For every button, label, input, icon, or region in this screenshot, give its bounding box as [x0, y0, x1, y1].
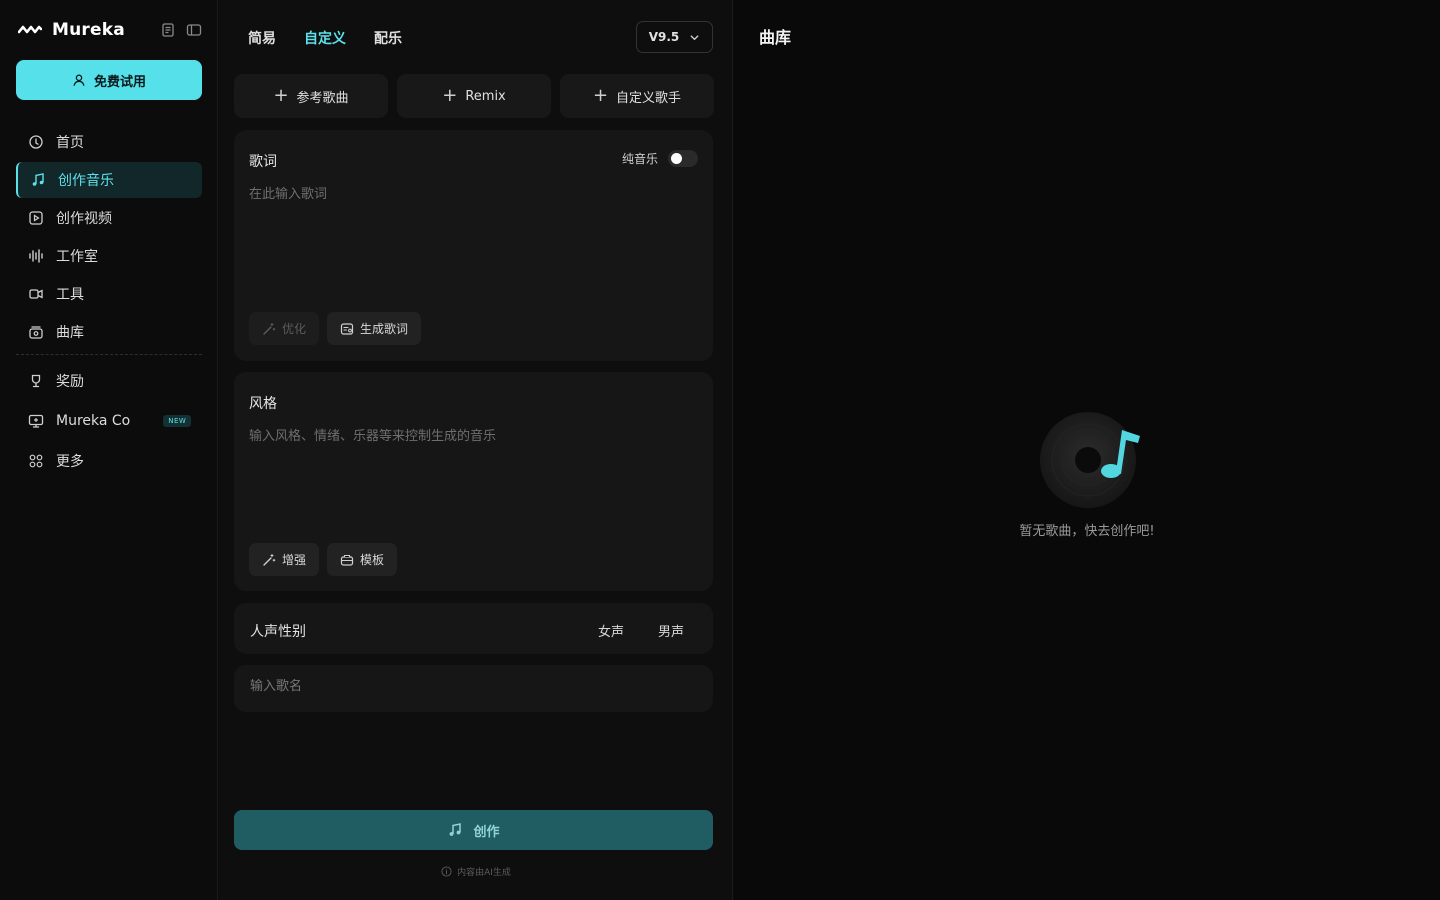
monitor-icon: [28, 413, 44, 429]
library-panel: 曲库 暂无歌曲，快去创作吧!: [734, 0, 1440, 900]
enhance-button[interactable]: 增强: [249, 543, 320, 576]
sidebar-item-label: 工作室: [56, 249, 98, 265]
library-empty-text: 暂无歌曲，快去创作吧!: [1019, 524, 1155, 539]
style-card: 风格 输入风格、情绪、乐器等来控制生成的音乐 增强 模板: [234, 372, 713, 591]
plus-icon: +: [442, 85, 458, 106]
sidebar-item-home[interactable]: 首页: [16, 124, 202, 160]
vocal-gender-options: 女声 男声: [598, 621, 684, 640]
generate-lyrics-label: 生成歌词: [360, 322, 409, 336]
lyrics-actions: 优化 生成歌词: [249, 312, 422, 345]
library-title: 曲库: [759, 28, 792, 47]
lyrics-title: 歌词: [249, 154, 277, 170]
trophy-icon: [28, 373, 44, 389]
music-note-icon: [30, 172, 46, 188]
mode-tabs: 简易 自定义 配乐: [248, 28, 402, 48]
mureka-logo-icon: [18, 25, 42, 34]
style-actions: 增强 模板: [249, 543, 398, 576]
custom-singer-button[interactable]: + 自定义歌手: [560, 74, 714, 118]
logo[interactable]: Mureka: [18, 18, 202, 42]
sidebar-item-label: 创作音乐: [58, 173, 114, 189]
library-icon: [28, 324, 44, 340]
custom-singer-label: 自定义歌手: [616, 90, 682, 106]
reference-song-button[interactable]: + 参考歌曲: [234, 74, 388, 118]
reference-buttons: + 参考歌曲 + Remix + 自定义歌手: [234, 74, 714, 118]
sidebar: Mureka 免费试用 首页 创作音乐 创作视频 工作室 工具 曲库 奖励 Mu…: [0, 0, 218, 900]
chevron-down-icon: [690, 34, 699, 40]
tools-icon: [28, 286, 44, 302]
magic-wand-icon: [263, 553, 276, 566]
sidebar-item-create-music[interactable]: 创作音乐: [16, 162, 202, 198]
sidebar-item-label: 创作视频: [56, 211, 112, 227]
song-name-card: [234, 665, 713, 712]
collapse-sidebar-icon[interactable]: [186, 22, 202, 38]
reference-song-label: 参考歌曲: [296, 90, 349, 106]
tab-simple[interactable]: 简易: [248, 28, 276, 48]
vocal-gender-card: 人声性别 女声 男声: [234, 603, 713, 654]
optimize-label: 优化: [282, 322, 307, 336]
ai-disclaimer: 内容由AI生成: [219, 865, 733, 878]
empty-vinyl-icon: [1040, 412, 1140, 508]
composer-panel: 简易 自定义 配乐 V9.5 + 参考歌曲 + Remix + 自定义歌手 歌词…: [219, 0, 733, 900]
nav-divider: [16, 354, 202, 355]
sidebar-item-label: 曲库: [56, 325, 84, 341]
enhance-label: 增强: [282, 553, 307, 567]
sidebar-item-label: Mureka Co: [56, 413, 131, 429]
generate-lyrics-button[interactable]: 生成歌词: [327, 312, 422, 345]
create-label: 创作: [473, 824, 500, 840]
user-icon: [73, 74, 85, 86]
template-button[interactable]: 模板: [327, 543, 398, 576]
lyrics-input[interactable]: 在此输入歌词: [249, 183, 327, 202]
sidebar-item-label: 工具: [56, 287, 84, 303]
sidebar-item-label: 更多: [56, 454, 84, 470]
home-icon: [28, 134, 44, 150]
sidebar-item-studio[interactable]: 工作室: [16, 238, 202, 274]
app-name: Mureka: [52, 20, 125, 40]
free-trial-label: 免费试用: [93, 74, 146, 90]
sidebar-item-label: 首页: [56, 135, 84, 151]
plus-icon: +: [273, 85, 289, 106]
remix-label: Remix: [465, 88, 506, 104]
video-icon: [28, 210, 44, 226]
tab-custom[interactable]: 自定义: [304, 28, 346, 48]
version-select[interactable]: V9.5: [636, 21, 713, 53]
magic-wand-icon: [263, 322, 276, 335]
info-icon: [441, 866, 452, 877]
plus-icon: +: [592, 85, 609, 106]
version-label: V9.5: [648, 30, 680, 44]
vocal-gender-label: 人声性别: [250, 624, 306, 640]
secondary-nav: 奖励 Mureka Co NEW 更多: [16, 362, 202, 482]
main-nav: 首页 创作音乐 创作视频 工作室 工具 曲库: [16, 124, 202, 352]
sidebar-item-library[interactable]: 曲库: [16, 314, 202, 350]
sidebar-item-mureka-co[interactable]: Mureka Co NEW: [16, 402, 202, 440]
style-title: 风格: [249, 396, 277, 412]
instrumental-label: 纯音乐: [621, 152, 658, 166]
grid-icon: [28, 453, 44, 469]
ai-document-icon: [340, 322, 354, 335]
remix-button[interactable]: + Remix: [397, 74, 551, 118]
sidebar-item-tools[interactable]: 工具: [16, 276, 202, 312]
style-input[interactable]: 输入风格、情绪、乐器等来控制生成的音乐: [249, 425, 496, 444]
female-vocal-option[interactable]: 女声: [598, 621, 624, 640]
ai-disclaimer-text: 内容由AI生成: [457, 868, 511, 878]
sidebar-item-more[interactable]: 更多: [16, 442, 202, 480]
instrumental-toggle-group: 纯音乐: [622, 150, 698, 167]
male-vocal-option[interactable]: 男声: [658, 621, 684, 640]
instrumental-toggle[interactable]: [668, 150, 698, 167]
create-button[interactable]: 创作: [234, 810, 713, 850]
optimize-button[interactable]: 优化: [249, 312, 320, 345]
waveform-icon: [28, 248, 44, 264]
sidebar-item-label: 奖励: [56, 374, 84, 390]
song-name-input[interactable]: [250, 679, 690, 694]
tab-soundtrack[interactable]: 配乐: [374, 28, 402, 48]
docs-icon[interactable]: [160, 22, 176, 38]
sidebar-item-create-video[interactable]: 创作视频: [16, 200, 202, 236]
template-label: 模板: [360, 553, 385, 567]
free-trial-button[interactable]: 免费试用: [16, 60, 202, 100]
template-icon: [340, 554, 354, 566]
new-badge: NEW: [163, 415, 192, 427]
sidebar-item-rewards[interactable]: 奖励: [16, 362, 202, 400]
music-note-icon: [450, 823, 462, 836]
lyrics-card: 歌词 纯音乐 在此输入歌词 优化 生成歌词: [234, 130, 713, 361]
